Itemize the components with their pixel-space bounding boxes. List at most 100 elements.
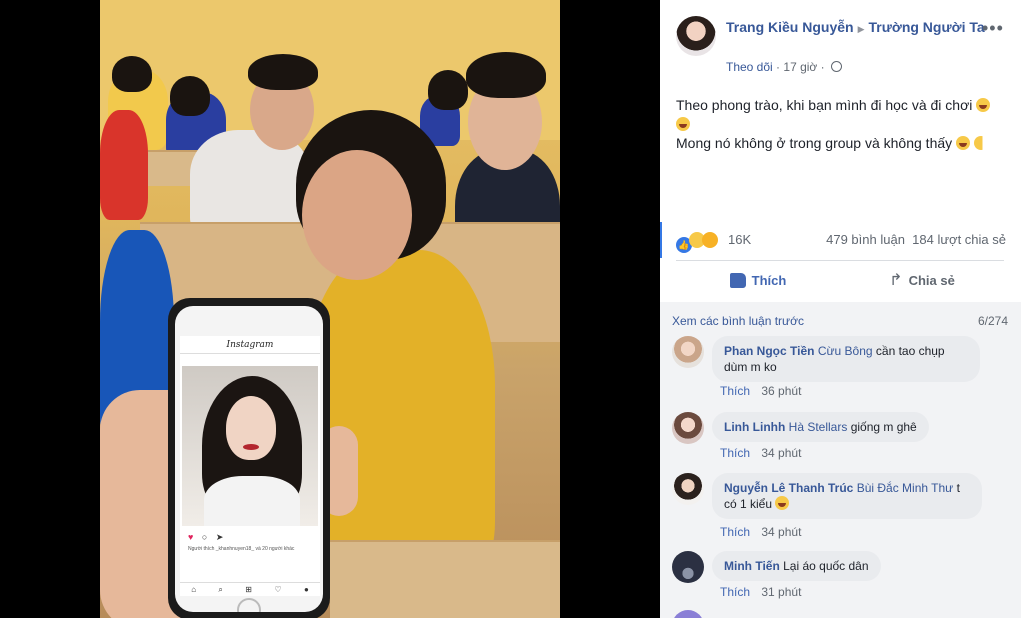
comment-text: Lại áo quốc dân (783, 559, 869, 573)
commenter-avatar[interactable] (672, 610, 704, 618)
heart-icon: ♥ (188, 532, 197, 542)
girl-yellow-hoodie (305, 250, 495, 590)
post-actions: Thích ↱ Chia sẻ (676, 262, 1004, 298)
comment-item: Phan Ngọc Tiền Cừu Bông cần tao chụp dùm… (672, 336, 1012, 398)
profile-icon: ● (303, 585, 309, 594)
comment-share-stats: 479 bình luận 184 lượt chia sẻ (826, 232, 1006, 247)
phone-body: Instagram ♥ ○ ➤ Người thích _khanhnuyen1… (175, 306, 323, 612)
commenter-avatar[interactable] (672, 336, 704, 368)
divider (676, 260, 1004, 261)
more-options-icon[interactable]: ••• (982, 18, 1004, 39)
commenter-avatar[interactable] (672, 473, 704, 505)
student-hair (170, 76, 210, 116)
rofl-emoji-icon (676, 117, 690, 131)
comment-time[interactable]: 34 phút (761, 525, 801, 539)
comment-like-link[interactable]: Thích (720, 525, 750, 539)
comment-icon: ○ (201, 532, 211, 542)
reaction-icons[interactable]: 👍 (676, 232, 718, 253)
search-icon: ⌕ (218, 584, 223, 594)
instagram-photo (182, 366, 318, 526)
bottom-desk (330, 540, 560, 618)
comment-time[interactable]: 36 phút (761, 384, 801, 398)
phone: Instagram ♥ ○ ➤ Người thích _khanhnuyen1… (168, 298, 330, 618)
portrait-lips (243, 444, 259, 450)
heart-outline-icon: ♡ (274, 585, 282, 594)
comment-meta: Thích 31 phút (720, 585, 801, 599)
comment-count[interactable]: 479 bình luận (826, 232, 905, 247)
commenter-avatar[interactable] (672, 412, 704, 444)
comment-item: Minh Tiến Lại áo quốc dân Thích 31 phút (672, 551, 1012, 601)
group-name[interactable]: Trường Người Ta (869, 19, 985, 35)
comment-like-link[interactable]: Thích (720, 384, 750, 398)
home-icon: ⌂ (191, 585, 197, 594)
commenter-name[interactable]: Minh Tiến (724, 559, 780, 573)
comment-like-link[interactable]: Thích (720, 585, 750, 599)
like-label: Thích (751, 272, 787, 288)
like-button[interactable]: Thích (676, 262, 840, 298)
student-red (100, 110, 148, 220)
add-icon: ⊞ (245, 585, 252, 594)
comment-item: Nguyễn Lê Thanh Trúc Bùi Đắc Minh Thư t … (672, 473, 1012, 539)
comment-meta: Thích 34 phút (720, 446, 801, 460)
post-panel: Trang Kiều Nguyễn ▶ Trường Người Ta Theo d… (660, 0, 1021, 618)
share-button[interactable]: ↱ Chia sẻ (840, 262, 1004, 298)
student-hair (248, 54, 318, 90)
commenter-avatar[interactable] (672, 551, 704, 583)
post-photo[interactable]: Instagram ♥ ○ ➤ Người thích _khanhnuyen1… (100, 0, 560, 618)
portrait-face (226, 396, 276, 460)
tagged-user[interactable]: Cừu Bông (818, 344, 873, 358)
comment-bubble: Phan Ngọc Tiền Cừu Bông cần tao chụp dùm… (712, 336, 980, 382)
phone-screen: Instagram ♥ ○ ➤ Người thích _khanhnuyen1… (180, 336, 320, 596)
follow-link[interactable]: Theo dõi (726, 60, 773, 74)
commenter-name[interactable]: Nguyễn Lê Thanh Trúc (724, 481, 853, 495)
author-name[interactable]: Trang Kiều Nguyễn (726, 19, 854, 35)
laughing-emoji-icon (775, 496, 790, 510)
instagram-likes: Người thích _khanhnuyen18_ và 20 người k… (188, 546, 295, 552)
facebook-photo-viewer: Instagram ♥ ○ ➤ Người thích _khanhnuyen1… (0, 0, 1021, 618)
post-text: Theo phong trào, khi bạn mình đi học và … (676, 96, 1006, 153)
commenter-name[interactable]: Linh Linhh (724, 420, 785, 434)
reaction-bar: 👍 16K 479 bình luận 184 lượt chia sẻ (676, 230, 1006, 253)
instagram-nav: ⌂ ⌕ ⊞ ♡ ● (180, 582, 320, 596)
post-meta: Theo dõi · 17 giờ · (726, 60, 842, 74)
laughing-emoji-icon (956, 136, 971, 150)
comment-time[interactable]: 31 phút (761, 585, 801, 599)
commenter-name[interactable]: Phan Ngọc Tiền (724, 344, 814, 358)
post-text-line1: Theo phong trào, khi bạn mình đi học và … (676, 97, 973, 113)
comment-item: Linh Linhh Hà Stellars giống m ghê Thích… (672, 412, 1012, 462)
comment-time[interactable]: 34 phút (761, 446, 801, 460)
comment-meta: Thích 36 phút (720, 384, 801, 398)
tagged-user[interactable]: Bùi Đắc Minh Thư (857, 481, 954, 495)
portrait-shirt (204, 476, 300, 526)
comment-position-count: 6/274 (977, 314, 1008, 328)
post-text-line2: Mong nó không ở trong group và không thấ… (676, 135, 953, 151)
reaction-count[interactable]: 16K (728, 232, 751, 247)
comment-text: giống m ghê (850, 420, 917, 434)
student-hair (112, 56, 152, 92)
instagram-header: Instagram (180, 336, 320, 354)
moon-face-emoji-icon (973, 136, 988, 150)
send-icon: ➤ (215, 532, 227, 542)
meta-separator: · (820, 60, 825, 74)
globe-icon (830, 61, 842, 72)
share-arrow-icon: ↱ (889, 272, 903, 289)
post-time[interactable]: 17 giờ (783, 60, 817, 74)
girl-face (302, 150, 412, 280)
comment-meta: Thích 34 phút (720, 525, 801, 539)
meta-separator: · (776, 60, 781, 74)
thumbs-up-icon (729, 272, 746, 288)
comment-bubble: Nguyễn Lê Thanh Trúc Bùi Đắc Minh Thư t … (712, 473, 982, 519)
tagged-user[interactable]: Hà Stellars (789, 420, 848, 434)
rofl-emoji-icon (976, 98, 991, 112)
focus-indicator (660, 222, 662, 258)
comment-like-link[interactable]: Thích (720, 446, 750, 460)
share-count[interactable]: 184 lượt chia sẻ (912, 232, 1006, 247)
author-line: Trang Kiều Nguyễn ▶ Trường Người Ta (726, 18, 986, 39)
comment-bubble: Minh Tiến Lại áo quốc dân (712, 551, 881, 581)
triangle-right-icon: ▶ (857, 24, 865, 34)
sad-reaction-icon (702, 232, 718, 248)
view-previous-comments-link[interactable]: Xem các bình luận trước (672, 314, 804, 328)
instagram-action-icons: ♥ ○ ➤ (188, 532, 226, 543)
student-hair (466, 52, 546, 98)
author-avatar[interactable] (676, 16, 716, 56)
